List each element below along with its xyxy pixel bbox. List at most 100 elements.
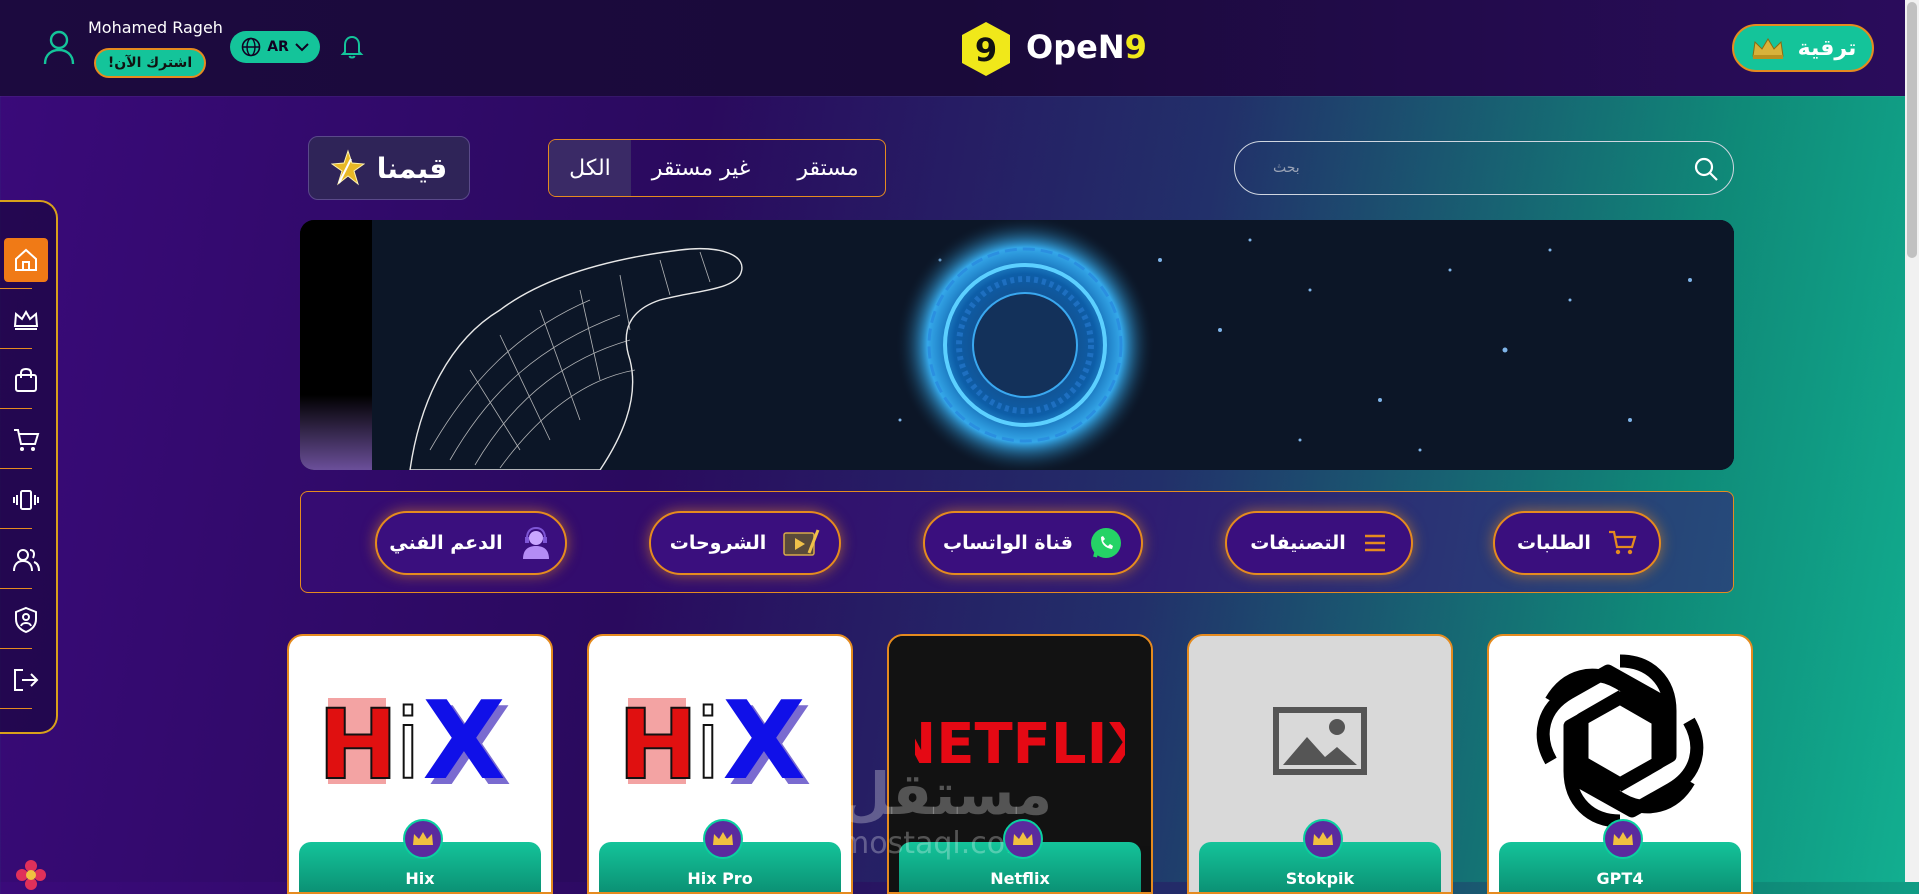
- hix-logo: H i X X: [320, 686, 512, 796]
- video-tutorial-icon: [783, 529, 820, 556]
- categories-label: التصنيفات: [1250, 532, 1346, 554]
- hero-banner[interactable]: [300, 220, 1734, 470]
- globe-icon: [241, 37, 261, 57]
- sidebar-divider: [0, 408, 32, 409]
- featured-brand-label: قيمنا: [376, 151, 448, 185]
- sidebar-divider: [0, 468, 32, 469]
- sidebar-item-devices[interactable]: [4, 478, 48, 522]
- search-bar: [1234, 141, 1734, 195]
- whatsapp-icon: [1090, 528, 1121, 558]
- crown-icon: [1013, 832, 1033, 845]
- featured-brand[interactable]: قيمنا: [308, 136, 470, 200]
- orders-button[interactable]: الطلبات: [1493, 511, 1661, 575]
- user-name: Mohamed Rageh: [88, 18, 223, 37]
- hix-logo-letter-x: X: [722, 686, 805, 796]
- tutorials-label: الشروحات: [669, 532, 767, 554]
- sidebar-item-cart[interactable]: [4, 418, 48, 462]
- language-code: AR: [267, 39, 289, 55]
- hix-pro-logo: H i X X: [620, 686, 812, 796]
- premium-badge: [403, 819, 443, 859]
- tab-unstable[interactable]: غير مستقر: [631, 140, 771, 196]
- product-card-stokpik[interactable]: Stokpik: [1187, 634, 1453, 894]
- tab-stable[interactable]: مستقر: [771, 140, 885, 196]
- language-selector[interactable]: AR: [230, 31, 320, 63]
- upgrade-label: ترقية: [1797, 35, 1857, 61]
- cart-icon: [1608, 530, 1637, 555]
- cart-icon: [14, 429, 40, 451]
- shield-user-icon: [15, 606, 37, 634]
- bell-icon[interactable]: [340, 34, 364, 60]
- product-image: [1489, 636, 1751, 846]
- premium-badge: [1003, 819, 1043, 859]
- crown-icon: [413, 832, 433, 845]
- search-icon[interactable]: [1693, 156, 1719, 182]
- logo-text[interactable]: OpeN9: [1026, 28, 1147, 66]
- home-icon: [15, 248, 37, 271]
- support-label: الدعم الفني: [389, 532, 503, 554]
- sidebar-item-premium[interactable]: [4, 298, 48, 342]
- sidebar-divider: [0, 348, 32, 349]
- crown-icon: [713, 832, 733, 845]
- hero-banner-image: [300, 220, 1734, 470]
- sidebar-divider: [0, 588, 32, 589]
- scrollbar[interactable]: [1905, 0, 1919, 882]
- crown-icon: [1613, 832, 1633, 845]
- flower-icon: [16, 860, 46, 890]
- premium-badge: [1303, 819, 1343, 859]
- openai-logo-icon: [1536, 654, 1704, 828]
- sidebar: [0, 200, 58, 734]
- sidebar-item-home[interactable]: [4, 238, 48, 282]
- subscribe-button[interactable]: !اشترك الآن: [94, 48, 206, 78]
- logo-text-accent: 9: [1124, 28, 1147, 66]
- premium-badge: [1603, 819, 1643, 859]
- crown-icon: [13, 309, 39, 330]
- product-card-hix-pro[interactable]: H i X X Hix Pro: [587, 634, 853, 894]
- sidebar-item-users[interactable]: [4, 538, 48, 582]
- sidebar-divider: [0, 648, 32, 649]
- support-agent-icon: [522, 526, 549, 559]
- tutorials-button[interactable]: الشروحات: [649, 511, 841, 575]
- logo-text-main: OpeN: [1026, 28, 1125, 66]
- logo-number: 9: [975, 31, 997, 69]
- hix-logo-letter-i: i: [695, 689, 722, 796]
- hix-logo-letter-i: i: [395, 689, 422, 796]
- product-image: H i X X: [289, 636, 551, 846]
- watermark: مستقل: [840, 760, 1053, 828]
- whatsapp-channel-button[interactable]: قناة الواتساب: [923, 511, 1143, 575]
- quick-actions-bar: الدعم الفني الشروحات قناة الواتساب التصن…: [300, 491, 1734, 593]
- scrollbar-thumb[interactable]: [1907, 2, 1917, 258]
- users-icon: [13, 549, 40, 572]
- sidebar-divider: [0, 288, 32, 289]
- user-icon[interactable]: [42, 28, 76, 66]
- product-card-gpt4[interactable]: GPT4: [1487, 634, 1753, 894]
- premium-badge: [703, 819, 743, 859]
- stability-filter: الكل غير مستقر مستقر: [548, 139, 886, 197]
- logo-icon[interactable]: 9: [958, 20, 1014, 78]
- menu-lines-icon: [1364, 534, 1385, 552]
- tab-all[interactable]: الكل: [549, 140, 631, 196]
- sidebar-divider: [0, 528, 32, 529]
- product-card-hix[interactable]: H i X X Hix: [287, 634, 553, 894]
- crown-icon: [1752, 38, 1784, 59]
- hix-logo-letter-h: H: [320, 689, 398, 796]
- crown-icon: [1313, 832, 1333, 845]
- sidebar-item-security[interactable]: [4, 598, 48, 642]
- product-image: [1189, 636, 1451, 846]
- shopping-bag-icon: [15, 367, 37, 392]
- support-button[interactable]: الدعم الفني: [375, 511, 567, 575]
- sidebar-item-logout[interactable]: [4, 658, 48, 702]
- search-input[interactable]: [1271, 159, 1695, 177]
- star-wand-icon: [330, 149, 365, 186]
- logout-icon: [14, 669, 39, 691]
- sidebar-divider: [0, 708, 32, 709]
- top-navbar: Mohamed Rageh !اشترك الآن AR 9 OpeN9 ترق…: [0, 0, 1919, 96]
- categories-button[interactable]: التصنيفات: [1225, 511, 1413, 575]
- vibrate-icon: [13, 490, 39, 510]
- product-image: H i X X: [589, 636, 851, 846]
- sidebar-item-store[interactable]: [4, 358, 48, 402]
- hix-logo-letter-x: X: [422, 686, 505, 796]
- chevron-down-icon: [295, 43, 309, 52]
- whatsapp-channel-label: قناة الواتساب: [943, 532, 1073, 554]
- upgrade-button[interactable]: ترقية: [1732, 24, 1874, 72]
- orders-label: الطلبات: [1517, 532, 1591, 554]
